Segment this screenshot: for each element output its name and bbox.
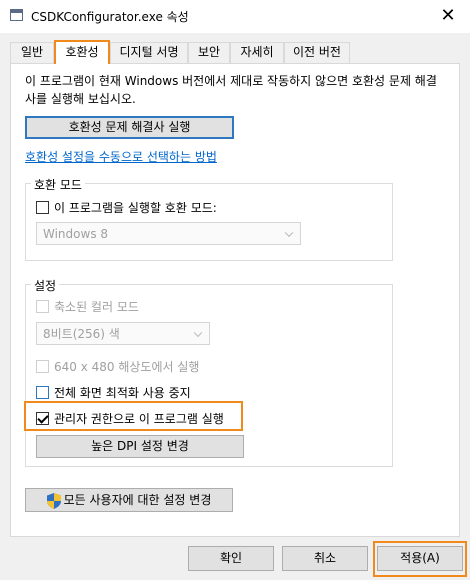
compat-description: 이 프로그램이 현재 Windows 버전에서 제대로 작동하지 않으면 호환성… [25, 74, 437, 106]
compat-mode-label: 이 프로그램을 실행할 호환 모드: [54, 201, 217, 215]
run-as-admin-checkbox[interactable] [36, 412, 49, 425]
high-dpi-button[interactable]: 높은 DPI 설정 변경 [36, 435, 244, 458]
resolution-row: 640 x 480 해상도에서 실행 [36, 358, 199, 375]
tab-security[interactable]: 보안 [188, 42, 230, 63]
manual-settings-link[interactable]: 호환성 설정을 수동으로 선택하는 방법 [25, 148, 217, 165]
all-users-button[interactable]: 모든 사용자에 대한 설정 변경 [25, 488, 233, 512]
disable-fullscreen-row[interactable]: 전체 화면 최적화 사용 중지 [36, 384, 191, 401]
compat-mode-checkbox[interactable] [36, 201, 49, 214]
compatibility-panel: 이 프로그램이 현재 Windows 버전에서 제대로 작동하지 않으면 호환성… [10, 63, 460, 537]
run-as-admin-row[interactable]: 관리자 권한으로 이 프로그램 실행 [36, 410, 224, 427]
run-troubleshooter-button[interactable]: 호환성 문제 해결사 실행 [25, 116, 234, 139]
tab-general[interactable]: 일반 [10, 42, 54, 63]
disable-fullscreen-label: 전체 화면 최적화 사용 중지 [54, 386, 191, 400]
compat-mode-group-title: 호환 모드 [31, 176, 85, 193]
chevron-down-icon [193, 328, 203, 337]
reduced-color-checkbox [36, 300, 49, 313]
ok-button[interactable]: 확인 [188, 546, 274, 571]
reduced-color-row: 축소된 컬러 모드 [36, 298, 139, 315]
tab-compatibility[interactable]: 호환성 [54, 40, 110, 64]
cancel-button[interactable]: 취소 [282, 546, 368, 571]
disable-fullscreen-checkbox[interactable] [36, 386, 49, 399]
color-mode-select: 8비트(256) 색 [36, 322, 210, 345]
resolution-label: 640 x 480 해상도에서 실행 [54, 360, 200, 374]
uac-shield-icon [46, 492, 61, 509]
tab-details[interactable]: 자세히 [230, 42, 284, 63]
chevron-down-icon [284, 228, 294, 237]
apply-button[interactable]: 적용(A) [377, 546, 463, 571]
tab-digital-signature[interactable]: 디지털 서명 [110, 42, 188, 63]
os-version-value: Windows 8 [43, 226, 109, 241]
compat-mode-checkbox-row[interactable]: 이 프로그램을 실행할 호환 모드: [36, 199, 217, 216]
color-mode-value: 8비트(256) 색 [43, 327, 120, 341]
resolution-checkbox [36, 360, 49, 373]
tab-previous-versions[interactable]: 이전 버전 [284, 42, 350, 63]
window-title: CSDKConfigurator.exe 속성 [31, 10, 189, 24]
close-icon[interactable]: ✕ [440, 5, 455, 26]
run-as-admin-label: 관리자 권한으로 이 프로그램 실행 [54, 412, 224, 426]
all-users-label: 모든 사용자에 대한 설정 변경 [63, 493, 212, 507]
os-version-select: Windows 8 [36, 222, 301, 245]
window-icon [10, 9, 23, 21]
title-bar: CSDKConfigurator.exe 속성 ✕ [0, 0, 470, 33]
settings-group-title: 설정 [31, 277, 60, 294]
reduced-color-label: 축소된 컬러 모드 [54, 300, 139, 314]
close-button[interactable]: ✕ [426, 0, 470, 30]
